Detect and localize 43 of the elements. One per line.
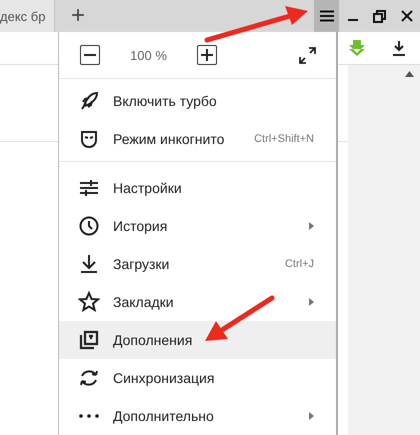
plus-icon [201, 49, 213, 61]
star-icon [78, 291, 100, 313]
zoom-out-button[interactable] [80, 45, 100, 65]
sliders-icon [78, 177, 100, 199]
download-icon [78, 253, 100, 275]
menu-item-label: Включить турбо [113, 93, 218, 109]
zoom-level: 100 % [129, 48, 168, 62]
close-icon[interactable] [400, 10, 412, 22]
browser-tab[interactable]: декс бр [0, 0, 55, 32]
menu-item-label: Закладки [113, 294, 175, 310]
menu-item[interactable]: Закладки [59, 283, 336, 321]
menu-item[interactable]: Включить турбо [59, 82, 336, 120]
minus-icon [84, 54, 96, 56]
menu-item-label: История [113, 218, 168, 234]
shortcut-hint: Ctrl+Shift+N [254, 133, 314, 145]
clock-icon [78, 215, 100, 237]
menu-button[interactable] [314, 0, 339, 32]
menu-item[interactable]: Синхронизация [59, 359, 336, 397]
scroll-up-icon[interactable] [405, 71, 414, 77]
annotation-arrow [205, 296, 274, 341]
zoom-in-button[interactable] [197, 45, 217, 65]
fullscreen-button[interactable] [299, 46, 316, 64]
menu-icon [320, 10, 334, 22]
menu-item-label: Загрузки [113, 256, 170, 272]
fullscreen-icon [299, 46, 316, 64]
menu-item-label: Синхронизация [113, 370, 216, 386]
menu-item-label: Режим инкогнито [113, 131, 226, 147]
menu-item[interactable]: Загрузки Ctrl+J [59, 245, 336, 283]
menu-item-label: Настройки [113, 180, 183, 196]
extensions-icon [78, 329, 100, 351]
download-icon[interactable] [392, 40, 406, 56]
restore-icon[interactable] [373, 10, 386, 22]
menu-item[interactable]: История [59, 207, 336, 245]
menu-item[interactable]: Настройки [59, 169, 336, 207]
mask-icon [78, 128, 100, 150]
menu-item-label: Дополнения [113, 332, 194, 348]
menu-item[interactable]: Режим инкогнито Ctrl+Shift+N [59, 120, 336, 158]
more-icon [79, 414, 99, 418]
new-tab-button[interactable]: + [61, 0, 96, 32]
menu-item[interactable]: Дополнения [59, 321, 336, 359]
shortcut-hint: Ctrl+J [284, 258, 314, 270]
menu-item-label: Дополнительно [113, 408, 215, 424]
menu-item[interactable]: Дополнительно [59, 397, 336, 435]
